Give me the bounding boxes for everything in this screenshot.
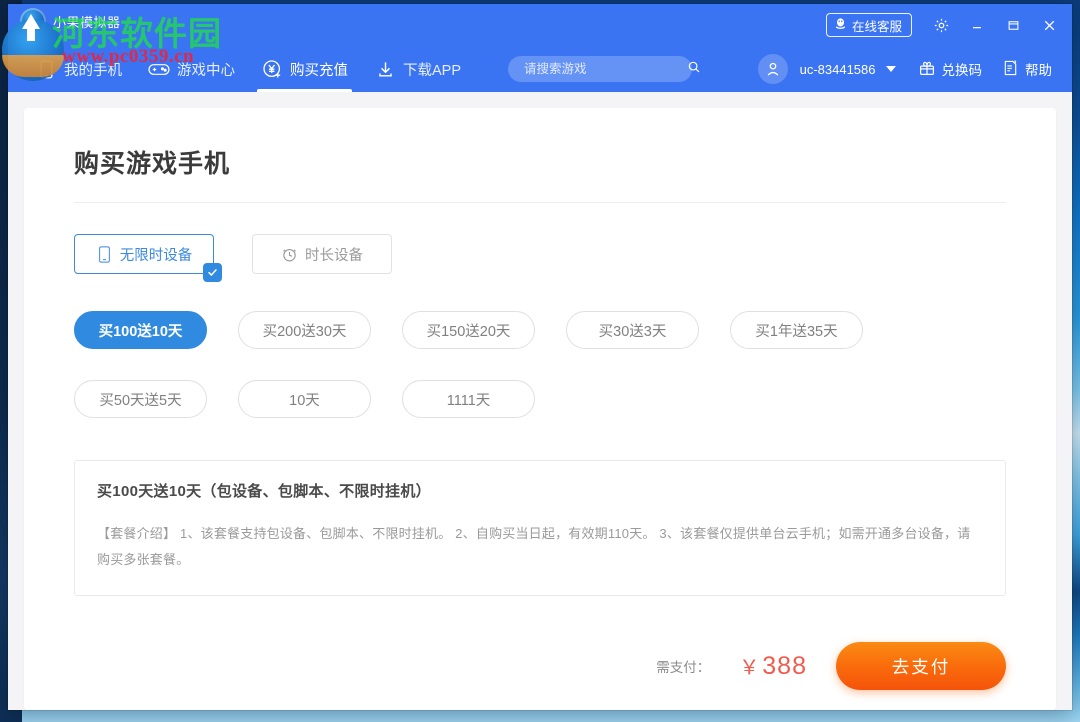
package-option[interactable]: 买200送30天 (238, 311, 371, 349)
payment-label: 需支付： (656, 656, 710, 676)
amount-value: 388 (762, 652, 807, 680)
alarm-clock-icon (281, 246, 298, 263)
nav-label: 游戏中心 (177, 59, 235, 80)
title-bar: 小果模拟器 在线客服 (8, 4, 1072, 46)
nav-item-game-center[interactable]: 游戏中心 (135, 46, 248, 92)
minimize-button[interactable] (960, 8, 994, 42)
username-label[interactable]: uc-83441586 (800, 62, 876, 77)
nav-item-purchase-recharge[interactable]: 购买充值 (248, 46, 361, 92)
main-navigation: 我的手机 游戏中心 (8, 46, 1072, 92)
check-icon (203, 263, 222, 282)
search-box[interactable] (508, 56, 692, 82)
phone-outline-icon (96, 246, 113, 263)
headset-icon (834, 17, 847, 33)
package-description-body: 【套餐介绍】 1、该套餐支持包设备、包脚本、不限时挂机。 2、自购买当日起，有效… (97, 521, 983, 573)
nav-item-download-app[interactable]: 下载APP (361, 46, 474, 92)
app-title: 小果模拟器 (53, 12, 121, 31)
package-list: 买100送10天 买200送30天 买150送20天 买30送3天 买1年送35… (74, 311, 954, 418)
online-support-button[interactable]: 在线客服 (826, 13, 912, 37)
device-tab-unlimited[interactable]: 无限时设备 (74, 234, 214, 274)
package-option[interactable]: 买50天送5天 (74, 380, 207, 418)
device-type-tabs: 无限时设备 时长设备 (74, 234, 1006, 274)
help-label: 帮助 (1025, 59, 1052, 79)
close-button[interactable] (1032, 8, 1066, 42)
gift-icon (918, 59, 936, 80)
nav-label: 下载APP (403, 59, 461, 80)
content-area: 购买游戏手机 无限时设备 (8, 92, 1072, 710)
window-controls: 在线客服 (826, 4, 1066, 46)
app-header: 小果模拟器 在线客服 (8, 4, 1072, 92)
phone-icon (35, 58, 57, 80)
package-description-box: 买100天送10天（包设备、包脚本、不限时挂机） 【套餐介绍】 1、该套餐支持包… (74, 460, 1006, 596)
purchase-card: 购买游戏手机 无限时设备 (24, 108, 1056, 710)
online-support-label: 在线客服 (852, 16, 902, 35)
device-tab-timed[interactable]: 时长设备 (252, 234, 392, 274)
user-avatar-icon[interactable] (758, 54, 788, 84)
help-button[interactable]: 帮助 (994, 59, 1060, 80)
search-icon[interactable] (687, 60, 701, 79)
title-divider (74, 202, 1006, 203)
package-description-title: 买100天送10天（包设备、包脚本、不限时挂机） (97, 480, 983, 501)
payment-row: 需支付： ￥388 去支付 (74, 642, 1006, 690)
app-logo-icon (20, 8, 46, 34)
nav-right-cluster: uc-83441586 兑换码 (758, 54, 1060, 84)
nav-item-my-phone[interactable]: 我的手机 (22, 46, 135, 92)
package-option[interactable]: 1111天 (402, 380, 535, 418)
package-option[interactable]: 买100送10天 (74, 311, 207, 349)
redeem-code-button[interactable]: 兑换码 (910, 59, 991, 80)
package-option[interactable]: 买1年送35天 (730, 311, 863, 349)
chevron-down-icon[interactable] (886, 66, 896, 72)
settings-gear-button[interactable] (924, 8, 958, 42)
document-help-icon (1002, 59, 1019, 80)
gamepad-icon (148, 58, 170, 80)
payment-amount: ￥388 (739, 651, 807, 681)
yen-coin-icon (261, 58, 283, 80)
pay-button[interactable]: 去支付 (836, 642, 1006, 690)
device-tab-label: 时长设备 (305, 244, 363, 265)
brand: 小果模拟器 (20, 8, 121, 34)
package-option[interactable]: 买150送20天 (402, 311, 535, 349)
maximize-button[interactable] (996, 8, 1030, 42)
redeem-code-label: 兑换码 (942, 59, 983, 79)
download-icon (374, 58, 396, 80)
package-option[interactable]: 10天 (238, 380, 371, 418)
currency-symbol: ￥ (739, 657, 760, 679)
nav-label: 购买充值 (290, 59, 348, 80)
nav-label: 我的手机 (64, 59, 122, 80)
page-title: 购买游戏手机 (74, 126, 1006, 180)
package-option[interactable]: 买30送3天 (566, 311, 699, 349)
application-window: 小果模拟器 在线客服 (8, 4, 1072, 710)
device-tab-label: 无限时设备 (120, 244, 193, 265)
search-input[interactable] (522, 61, 687, 77)
